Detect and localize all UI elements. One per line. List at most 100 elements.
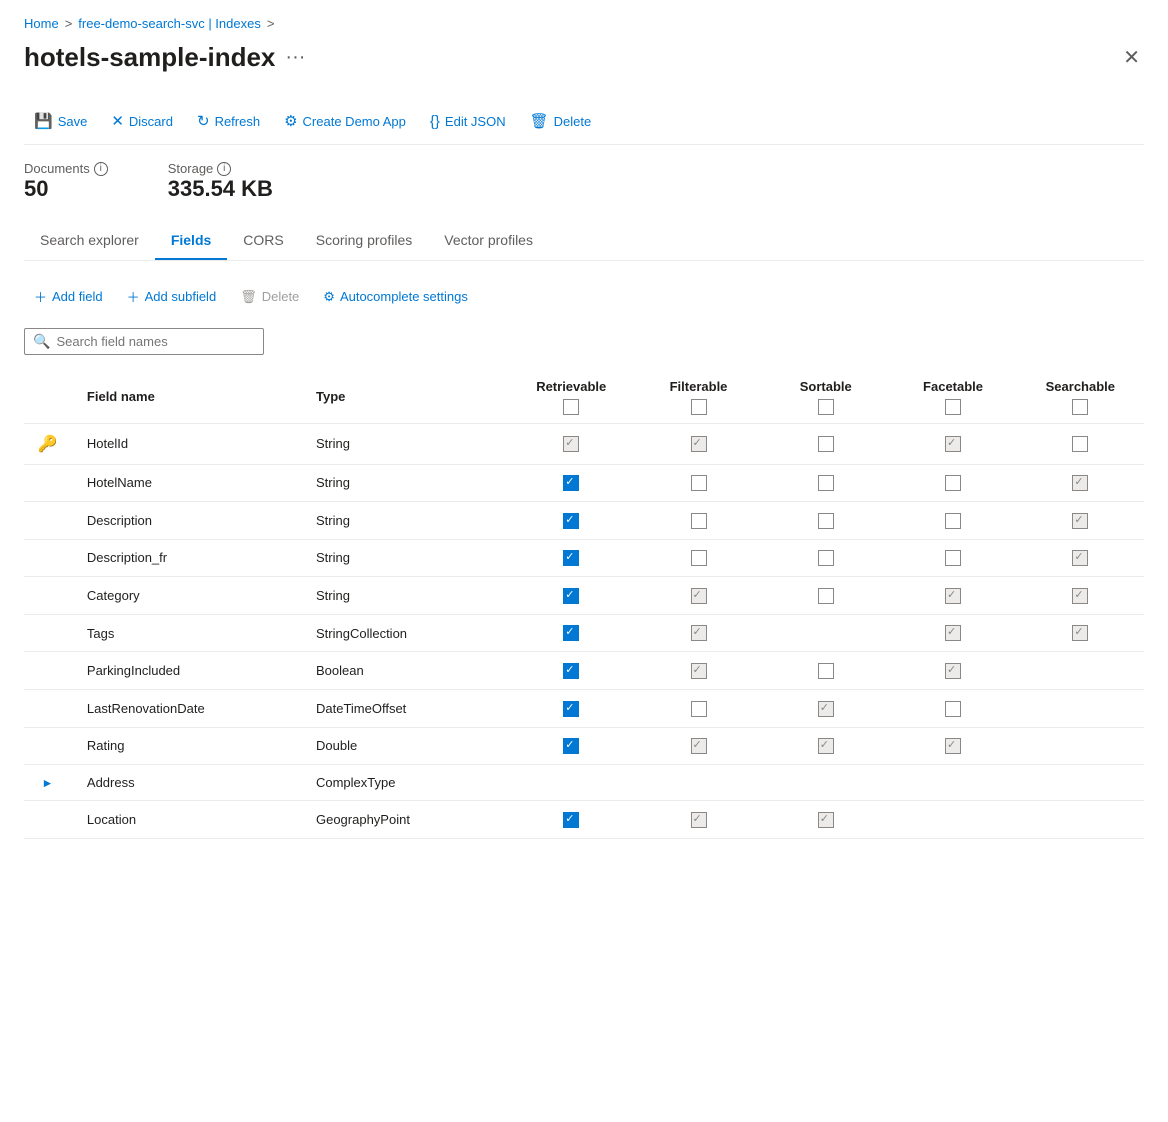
sortable-checkbox[interactable] — [818, 701, 834, 717]
delete-button[interactable]: 🗑 Delete — [520, 106, 602, 136]
refresh-button[interactable]: ↻ Refresh — [187, 106, 270, 136]
breadcrumb-service[interactable]: free-demo-search-svc | Indexes — [78, 16, 261, 31]
tab-scoring-profiles[interactable]: Scoring profiles — [300, 222, 429, 260]
discard-icon: ✕ — [111, 112, 124, 130]
storage-info-icon[interactable]: i — [217, 162, 231, 176]
header-searchable-checkbox[interactable] — [1072, 399, 1088, 415]
facetable-checkbox[interactable] — [945, 663, 961, 679]
searchable-checkbox[interactable] — [1072, 588, 1088, 604]
search-field-names-input[interactable] — [56, 334, 255, 349]
autocomplete-settings-button[interactable]: ⚙ Autocomplete settings — [313, 283, 478, 311]
close-button[interactable]: ✕ — [1119, 41, 1144, 74]
sortable-checkbox[interactable] — [818, 513, 834, 529]
documents-stat: Documents i 50 — [24, 161, 108, 202]
facetable-checkbox[interactable] — [945, 550, 961, 566]
delete-field-icon: 🗑 — [240, 289, 257, 305]
retrievable-checkbox[interactable] — [563, 588, 579, 604]
tab-cors[interactable]: CORS — [227, 222, 299, 260]
facetable-checkbox[interactable] — [945, 625, 961, 641]
documents-info-icon[interactable]: i — [94, 162, 108, 176]
header-filterable-checkbox[interactable] — [691, 399, 707, 415]
storage-stat: Storage i 335.54 KB — [168, 161, 273, 202]
add-field-button[interactable]: ＋ Add field — [24, 281, 113, 312]
retrievable-checkbox[interactable] — [563, 436, 579, 452]
retrievable-checkbox[interactable] — [563, 701, 579, 717]
fields-table: Field name Type Retrievable Filterable S… — [24, 371, 1144, 839]
add-subfield-button[interactable]: ＋ Add subfield — [117, 281, 227, 312]
field-type-cell: String — [304, 423, 508, 464]
searchable-checkbox[interactable] — [1072, 625, 1088, 641]
sortable-checkbox[interactable] — [818, 550, 834, 566]
tab-fields[interactable]: Fields — [155, 222, 227, 260]
add-field-icon: ＋ — [34, 287, 47, 306]
field-name-cell: ParkingIncluded — [75, 652, 304, 690]
filterable-checkbox[interactable] — [691, 812, 707, 828]
retrievable-checkbox[interactable] — [563, 550, 579, 566]
sortable-checkbox[interactable] — [818, 475, 834, 491]
facetable-checkbox[interactable] — [945, 436, 961, 452]
delete-field-label: Delete — [262, 289, 300, 304]
documents-value: 50 — [24, 176, 108, 202]
header-retrievable-checkbox[interactable] — [563, 399, 579, 415]
table-row: RatingDouble — [24, 727, 1144, 765]
field-type-cell: String — [304, 502, 508, 540]
retrievable-checkbox[interactable] — [563, 663, 579, 679]
discard-button[interactable]: ✕ Discard — [101, 106, 183, 136]
retrievable-checkbox[interactable] — [563, 738, 579, 754]
add-field-label: Add field — [52, 289, 103, 304]
retrievable-checkbox[interactable] — [563, 475, 579, 491]
create-demo-app-button[interactable]: ⚙ Create Demo App — [274, 106, 416, 136]
storage-label: Storage — [168, 161, 214, 176]
breadcrumb: Home > free-demo-search-svc | Indexes > — [24, 16, 1144, 31]
sortable-checkbox[interactable] — [818, 588, 834, 604]
delete-field-button[interactable]: 🗑 Delete — [230, 283, 309, 311]
filterable-checkbox[interactable] — [691, 550, 707, 566]
searchable-checkbox[interactable] — [1072, 475, 1088, 491]
filterable-checkbox[interactable] — [691, 625, 707, 641]
filterable-checkbox[interactable] — [691, 513, 707, 529]
field-name-cell: LastRenovationDate — [75, 689, 304, 727]
tabs: Search explorer Fields CORS Scoring prof… — [24, 222, 1144, 261]
field-type-cell: DateTimeOffset — [304, 689, 508, 727]
searchable-checkbox[interactable] — [1072, 436, 1088, 452]
header-facetable: Facetable — [889, 371, 1016, 423]
field-type-cell: Double — [304, 727, 508, 765]
edit-json-button[interactable]: {} Edit JSON — [420, 107, 516, 136]
facetable-checkbox[interactable] — [945, 701, 961, 717]
breadcrumb-home[interactable]: Home — [24, 16, 59, 31]
key-icon: 🔑 — [37, 436, 57, 453]
sortable-checkbox[interactable] — [818, 738, 834, 754]
header-facetable-checkbox[interactable] — [945, 399, 961, 415]
header-searchable: Searchable — [1017, 371, 1144, 423]
searchable-checkbox[interactable] — [1072, 550, 1088, 566]
sortable-checkbox[interactable] — [818, 812, 834, 828]
table-row: TagsStringCollection — [24, 614, 1144, 652]
filterable-checkbox[interactable] — [691, 475, 707, 491]
filterable-checkbox[interactable] — [691, 588, 707, 604]
facetable-checkbox[interactable] — [945, 475, 961, 491]
facetable-checkbox[interactable] — [945, 588, 961, 604]
storage-value: 335.54 KB — [168, 176, 273, 202]
expand-icon[interactable]: ► — [42, 776, 54, 790]
header-sortable-checkbox[interactable] — [818, 399, 834, 415]
filterable-checkbox[interactable] — [691, 663, 707, 679]
table-row: ►AddressComplexType — [24, 765, 1144, 801]
filterable-checkbox[interactable] — [691, 738, 707, 754]
sortable-checkbox[interactable] — [818, 663, 834, 679]
tab-vector-profiles[interactable]: Vector profiles — [428, 222, 549, 260]
retrievable-checkbox[interactable] — [563, 812, 579, 828]
searchable-checkbox[interactable] — [1072, 513, 1088, 529]
field-name-cell: Address — [75, 765, 304, 801]
filterable-checkbox[interactable] — [691, 436, 707, 452]
retrievable-checkbox[interactable] — [563, 513, 579, 529]
tab-search-explorer[interactable]: Search explorer — [24, 222, 155, 260]
facetable-checkbox[interactable] — [945, 513, 961, 529]
edit-json-label: Edit JSON — [445, 114, 506, 129]
save-button[interactable]: 💾 Save — [24, 106, 97, 136]
title-ellipsis-button[interactable]: ··· — [285, 46, 305, 69]
filterable-checkbox[interactable] — [691, 701, 707, 717]
facetable-checkbox[interactable] — [945, 738, 961, 754]
sortable-checkbox[interactable] — [818, 436, 834, 452]
documents-label: Documents — [24, 161, 90, 176]
retrievable-checkbox[interactable] — [563, 625, 579, 641]
